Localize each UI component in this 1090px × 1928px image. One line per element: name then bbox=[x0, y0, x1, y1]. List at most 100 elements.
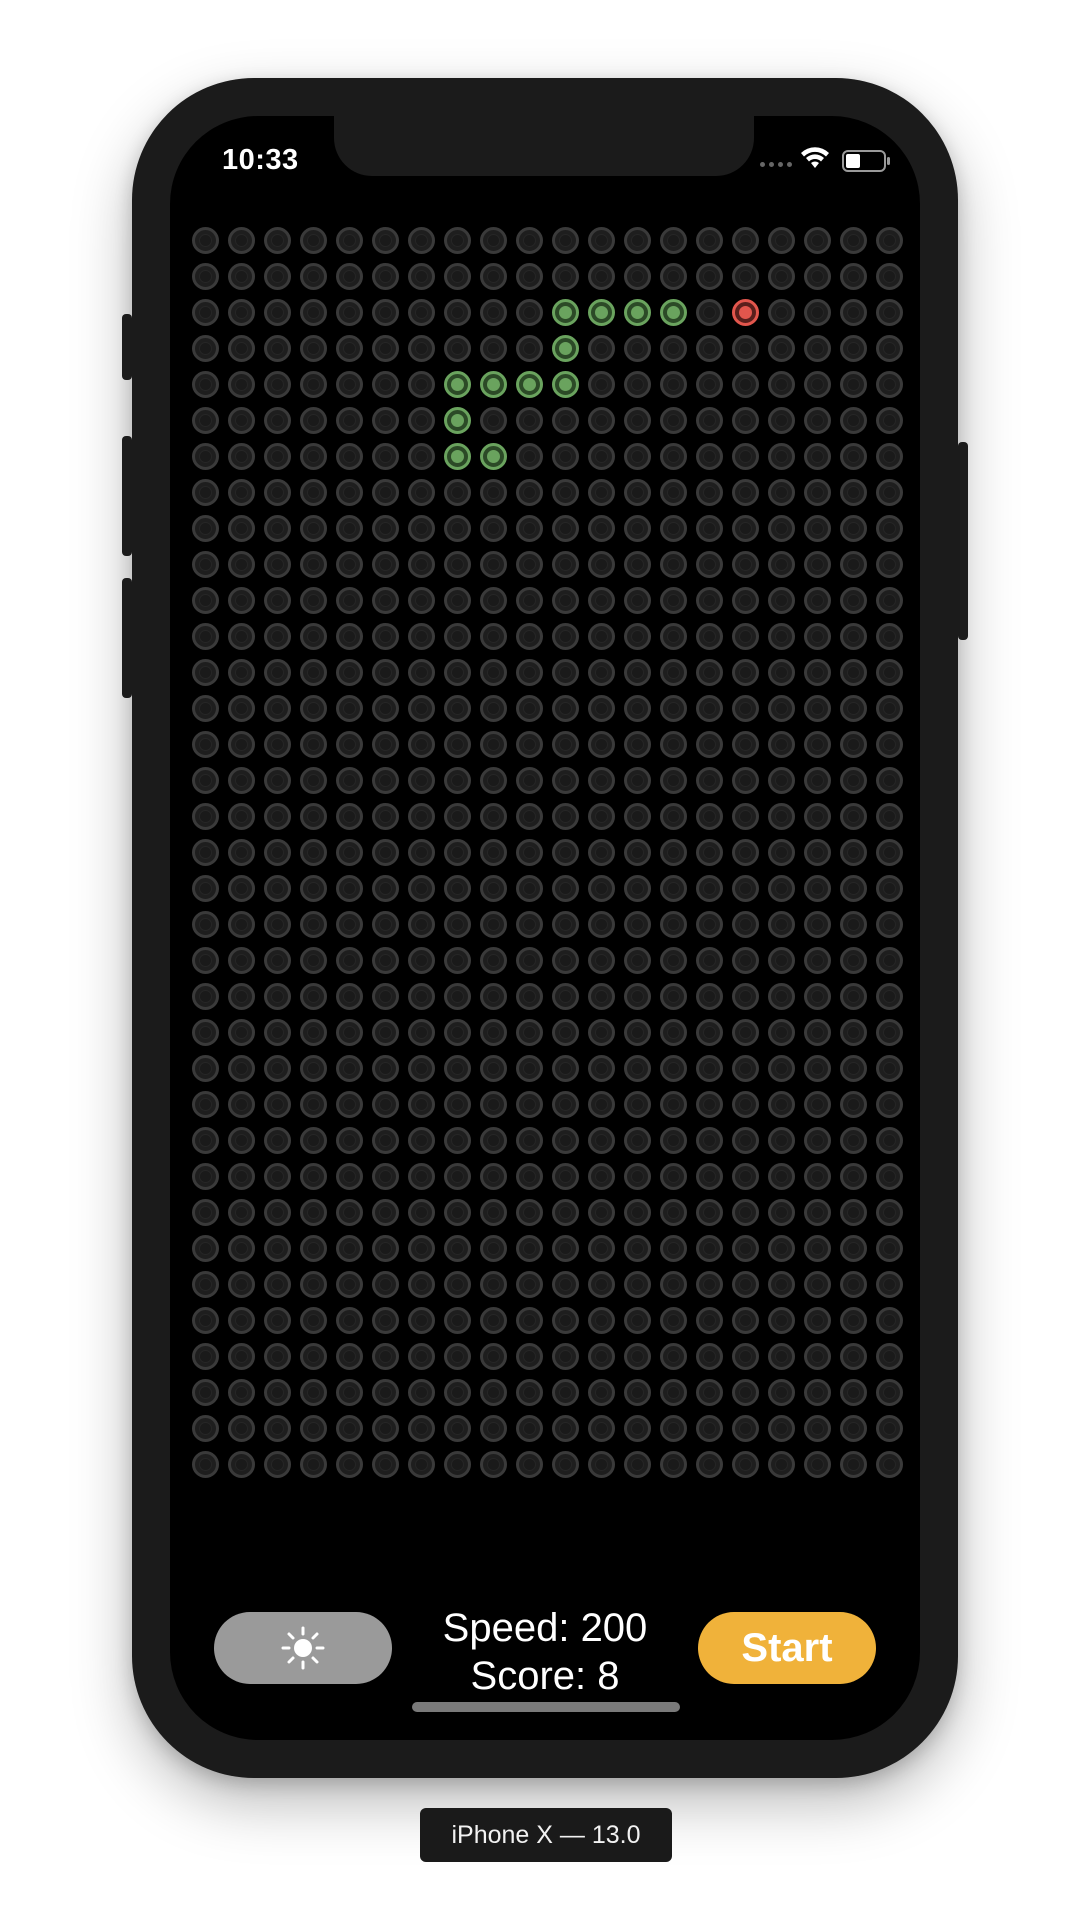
snake-segment bbox=[619, 294, 655, 330]
board-cell bbox=[763, 1014, 799, 1050]
board-cell bbox=[583, 870, 619, 906]
sun-icon bbox=[281, 1626, 325, 1670]
board-cell bbox=[332, 1410, 368, 1446]
board-cell bbox=[871, 1302, 907, 1338]
cell-dot bbox=[300, 514, 328, 542]
board-cell bbox=[404, 1266, 440, 1302]
board-cell bbox=[763, 1410, 799, 1446]
cell-dot bbox=[839, 1018, 867, 1046]
board-cell bbox=[655, 1158, 691, 1194]
cell-dot bbox=[587, 802, 615, 830]
board-cell bbox=[835, 726, 871, 762]
cell-dot bbox=[731, 1342, 759, 1370]
board-cell bbox=[548, 510, 584, 546]
cell-dot bbox=[336, 370, 364, 398]
cell-dot bbox=[516, 514, 544, 542]
cell-dot bbox=[587, 298, 615, 326]
board-cell bbox=[260, 474, 296, 510]
cell-dot bbox=[587, 1054, 615, 1082]
cell-dot bbox=[623, 1126, 651, 1154]
board-cell bbox=[332, 1230, 368, 1266]
cell-dot bbox=[480, 226, 508, 254]
cell-dot bbox=[228, 226, 256, 254]
cell-dot bbox=[623, 262, 651, 290]
board-cell bbox=[296, 1302, 332, 1338]
cell-dot bbox=[623, 766, 651, 794]
cell-dot bbox=[300, 1234, 328, 1262]
cell-dot bbox=[444, 1054, 472, 1082]
board-cell bbox=[368, 1410, 404, 1446]
score-label: Score: 8 bbox=[470, 1654, 620, 1698]
board-cell bbox=[619, 1302, 655, 1338]
board-cell bbox=[799, 294, 835, 330]
cell-dot bbox=[803, 1162, 831, 1190]
board-cell bbox=[476, 1446, 512, 1482]
board-cell bbox=[835, 1410, 871, 1446]
cell-dot bbox=[408, 838, 436, 866]
board-cell bbox=[188, 330, 224, 366]
snake-segment bbox=[440, 438, 476, 474]
board-cell bbox=[727, 1194, 763, 1230]
cell-dot bbox=[516, 370, 544, 398]
cell-dot bbox=[551, 334, 579, 362]
board-cell bbox=[871, 1266, 907, 1302]
cell-dot bbox=[695, 1018, 723, 1046]
cell-dot bbox=[408, 1342, 436, 1370]
cell-dot bbox=[192, 874, 220, 902]
board-cell bbox=[476, 1338, 512, 1374]
home-indicator[interactable] bbox=[412, 1702, 680, 1712]
cell-dot bbox=[731, 1414, 759, 1442]
board-cell bbox=[440, 798, 476, 834]
cell-dot bbox=[767, 1342, 795, 1370]
cell-dot bbox=[264, 1342, 292, 1370]
board-cell bbox=[296, 762, 332, 798]
cell-dot bbox=[803, 946, 831, 974]
cell-dot bbox=[659, 370, 687, 398]
theme-toggle-button[interactable] bbox=[214, 1612, 392, 1684]
board-cell bbox=[440, 834, 476, 870]
board-cell bbox=[548, 618, 584, 654]
cell-dot bbox=[695, 802, 723, 830]
board-cell bbox=[512, 1266, 548, 1302]
start-button[interactable]: Start bbox=[698, 1612, 876, 1684]
board-cell bbox=[332, 510, 368, 546]
board-cell bbox=[619, 546, 655, 582]
board-cell bbox=[224, 1194, 260, 1230]
board-cell bbox=[332, 1194, 368, 1230]
cell-dot bbox=[336, 262, 364, 290]
snake-game-board[interactable] bbox=[188, 222, 907, 1482]
cell-dot bbox=[372, 406, 400, 434]
board-cell bbox=[619, 690, 655, 726]
board-cell bbox=[763, 1230, 799, 1266]
cell-dot bbox=[803, 658, 831, 686]
cell-dot bbox=[372, 1342, 400, 1370]
cell-dot bbox=[731, 226, 759, 254]
board-cell bbox=[691, 546, 727, 582]
board-cell bbox=[404, 654, 440, 690]
board-cell bbox=[835, 510, 871, 546]
cell-dot bbox=[264, 1270, 292, 1298]
board-cell bbox=[332, 546, 368, 582]
board-cell bbox=[512, 798, 548, 834]
cell-dot bbox=[516, 1306, 544, 1334]
board-cell bbox=[260, 294, 296, 330]
cell-dot bbox=[839, 1450, 867, 1478]
food-cell bbox=[727, 294, 763, 330]
cell-dot bbox=[372, 298, 400, 326]
cell-dot bbox=[551, 1162, 579, 1190]
cell-dot bbox=[228, 298, 256, 326]
board-cell bbox=[619, 1446, 655, 1482]
cell-dot bbox=[300, 838, 328, 866]
board-cell bbox=[368, 1302, 404, 1338]
board-cell bbox=[619, 582, 655, 618]
cell-dot bbox=[659, 298, 687, 326]
cell-dot bbox=[803, 694, 831, 722]
board-cell bbox=[583, 1122, 619, 1158]
cell-dot bbox=[228, 1270, 256, 1298]
board-cell bbox=[835, 1158, 871, 1194]
cell-dot bbox=[192, 730, 220, 758]
cell-dot bbox=[480, 910, 508, 938]
cell-dot bbox=[192, 1450, 220, 1478]
board-cell bbox=[332, 1050, 368, 1086]
board-cell bbox=[368, 330, 404, 366]
